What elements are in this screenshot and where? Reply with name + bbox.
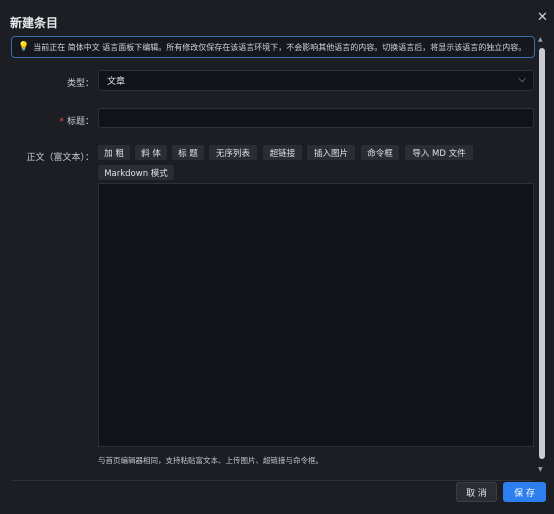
type-select-value: 文章: [107, 77, 126, 87]
import-md-button[interactable]: 导入 MD 文件: [405, 145, 473, 160]
title-label-text: 标题：: [66, 117, 94, 127]
unordered-list-button[interactable]: 无序列表: [209, 145, 257, 160]
italic-button[interactable]: 斜 体: [135, 145, 167, 160]
required-mark: *: [59, 117, 64, 127]
new-entry-dialog: 新建条目 ✕ 💡 当前正在 简体中文 语言面板下编辑。所有修改仅保存在该语言环境…: [0, 0, 554, 514]
bold-button[interactable]: 加 粗: [98, 145, 130, 160]
cancel-button[interactable]: 取 消: [456, 482, 497, 502]
editor-hint: 与首页编辑器相同，支持粘贴富文本、上传图片、超链接与命令框。: [98, 456, 323, 465]
hyperlink-button[interactable]: 超链接: [263, 145, 302, 160]
scrollbar[interactable]: ▲ ▼: [537, 36, 547, 473]
chevron-down-icon: ⌵: [518, 74, 526, 85]
body-label: 正文（富文本）：: [26, 153, 94, 163]
command-box-button[interactable]: 命令框: [361, 145, 399, 160]
markdown-mode-button[interactable]: Markdown 模式: [98, 165, 174, 180]
title-label: * 标题：: [40, 114, 94, 127]
scroll-down-icon[interactable]: ▼: [538, 466, 543, 473]
save-button[interactable]: 保 存: [503, 482, 546, 502]
language-notice: 💡 当前正在 简体中文 语言面板下编辑。所有修改仅保存在该语言环境下，不会影响其…: [11, 36, 535, 58]
rich-text-editor[interactable]: [98, 183, 534, 447]
insert-image-button[interactable]: 插入图片: [307, 145, 355, 160]
notice-text: 当前正在 简体中文 语言面板下编辑。所有修改仅保存在该语言环境下，不会影响其他语…: [33, 42, 527, 52]
scrollbar-thumb[interactable]: [539, 48, 545, 459]
close-icon[interactable]: ✕: [537, 11, 548, 25]
scroll-up-icon[interactable]: ▲: [538, 36, 543, 43]
lightbulb-icon: 💡: [18, 42, 30, 52]
heading-button[interactable]: 标 题: [172, 145, 204, 160]
title-input[interactable]: [98, 108, 534, 128]
type-label: 类型：: [66, 79, 94, 89]
footer-divider: [12, 480, 534, 481]
dialog-title: 新建条目: [10, 16, 59, 30]
type-select[interactable]: 文章 ⌵: [98, 70, 534, 91]
